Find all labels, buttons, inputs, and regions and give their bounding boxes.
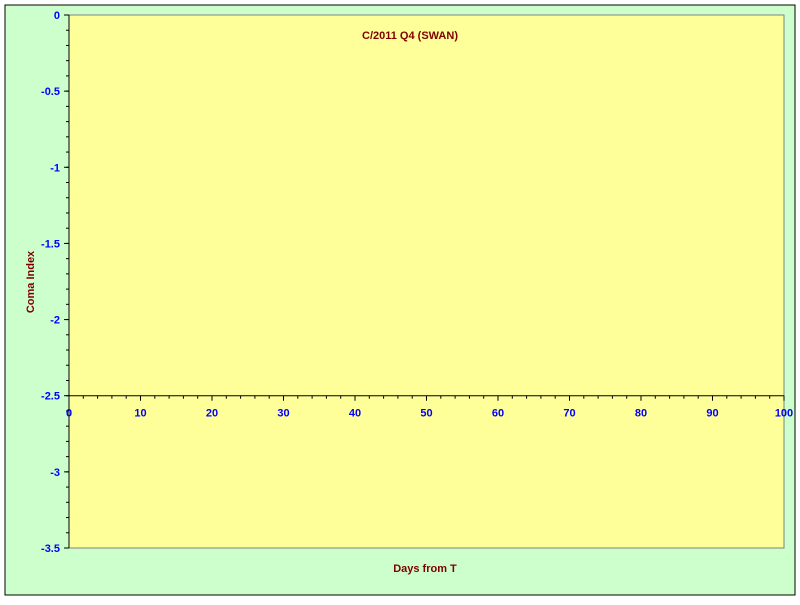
y-tick-label: -3.5 — [41, 543, 60, 555]
y-tick-label: -2.5 — [41, 391, 60, 403]
y-tick-label: -0.5 — [41, 86, 60, 98]
plot-area — [68, 14, 785, 549]
chart-area: 0 -0.5 -1 -1.5 -2 -2.5 -3 -3.5 0 10 20 30 40 50 60 70 8… — [0, 0, 800, 600]
x-tick-label: 0 — [66, 408, 72, 420]
x-tick-label: 90 — [706, 408, 718, 420]
x-tick-label: 40 — [349, 408, 361, 420]
y-tick-label: -1.5 — [41, 238, 60, 250]
y-tick-label: -3 — [50, 467, 60, 479]
y-tick-label: 0 — [54, 10, 60, 22]
x-tick-label: 20 — [206, 408, 218, 420]
x-tick-label: 30 — [277, 408, 289, 420]
y-tick-label: -1 — [50, 162, 60, 174]
y-tick-label: -2 — [50, 315, 60, 327]
x-tick-label: 50 — [420, 408, 432, 420]
x-tick-label: 10 — [134, 408, 146, 420]
chart-title: C/2011 Q4 (SWAN) — [362, 30, 458, 42]
coma-index-chart: 0 -0.5 -1 -1.5 -2 -2.5 -3 -3.5 0 10 20 30 40 50 60 70 8… — [4, 4, 796, 596]
x-tick-label: 70 — [563, 408, 575, 420]
x-tick-label: 100 — [775, 408, 793, 420]
x-tick-label: 80 — [635, 408, 647, 420]
y-axis-title: Coma Index — [25, 250, 37, 313]
x-axis-title: Days from T — [393, 563, 457, 575]
x-tick-label: 60 — [492, 408, 504, 420]
